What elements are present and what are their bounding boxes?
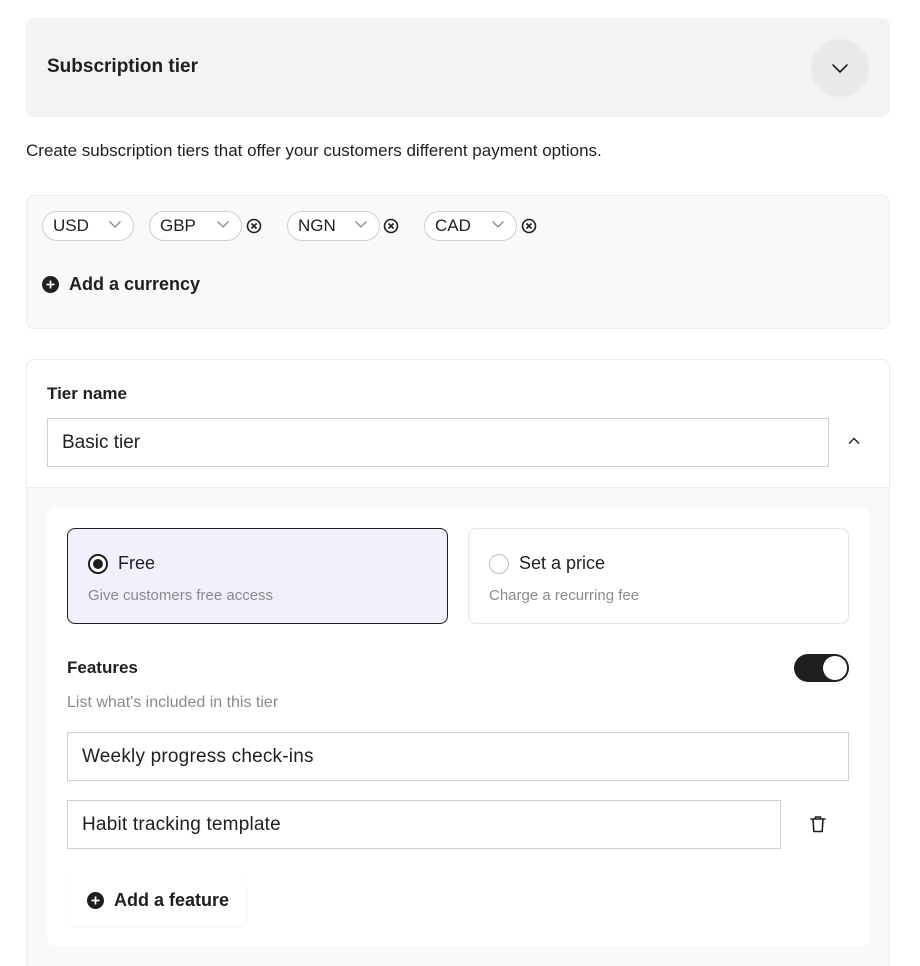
currency-select-ngn[interactable]: NGN xyxy=(287,211,380,241)
currency-panel: USD GBP NGN CAD Add a currency xyxy=(26,195,890,329)
radio-unselected[interactable] xyxy=(489,553,509,574)
tier-panel: Tier name Free Give customers free acces… xyxy=(26,359,890,966)
pricing-option-free[interactable]: Free Give customers free access xyxy=(67,528,448,624)
collapse-section-button[interactable] xyxy=(811,39,869,97)
currency-code: USD xyxy=(53,216,89,235)
add-currency-button[interactable]: Add a currency xyxy=(42,274,200,295)
feature-input[interactable] xyxy=(67,732,849,781)
add-feature-button[interactable]: Add a feature xyxy=(67,874,247,926)
features-toggle[interactable] xyxy=(794,654,849,682)
tier-name-label: Tier name xyxy=(47,384,128,403)
pricing-option-paid[interactable]: Set a price Charge a recurring fee xyxy=(468,528,849,624)
chevron-down-icon xyxy=(217,221,229,228)
tier-name-input[interactable] xyxy=(47,418,829,467)
radio-selected[interactable] xyxy=(88,553,108,574)
option-title: Free xyxy=(118,553,156,573)
currency-select-gbp[interactable]: GBP xyxy=(149,211,242,241)
section-description: Create subscription tiers that offer you… xyxy=(26,141,602,160)
chevron-up-icon[interactable] xyxy=(847,436,861,445)
currency-select-usd[interactable]: USD xyxy=(42,211,134,241)
remove-currency-icon[interactable] xyxy=(383,218,399,234)
remove-currency-icon[interactable] xyxy=(246,218,262,234)
features-label: Features xyxy=(67,658,138,677)
add-feature-label: Add a feature xyxy=(114,889,230,910)
plus-circle-icon xyxy=(42,276,59,293)
currency-code: NGN xyxy=(298,216,336,235)
chevron-down-icon xyxy=(492,221,504,228)
tier-settings: Free Give customers free access Set a pr… xyxy=(47,508,870,946)
currency-code: GBP xyxy=(160,216,196,235)
currency-code: CAD xyxy=(435,216,471,235)
chevron-down-icon xyxy=(832,63,848,73)
currency-select-cad[interactable]: CAD xyxy=(424,211,517,241)
section-title: Subscription tier xyxy=(47,56,198,77)
subscription-tier-header: Subscription tier xyxy=(26,18,890,117)
trash-icon[interactable] xyxy=(810,815,826,833)
remove-currency-icon[interactable] xyxy=(521,218,537,234)
option-description: Give customers free access xyxy=(88,587,274,604)
option-description: Charge a recurring fee xyxy=(489,587,640,604)
toggle-knob xyxy=(823,656,847,680)
feature-input[interactable] xyxy=(67,800,781,849)
features-help-text: List what's included in this tier xyxy=(67,694,279,711)
chevron-down-icon xyxy=(109,221,121,228)
plus-circle-icon xyxy=(87,891,104,909)
add-currency-label: Add a currency xyxy=(69,274,201,294)
tier-header: Tier name xyxy=(27,360,889,488)
chevron-down-icon xyxy=(355,221,367,228)
option-title: Set a price xyxy=(519,553,606,573)
